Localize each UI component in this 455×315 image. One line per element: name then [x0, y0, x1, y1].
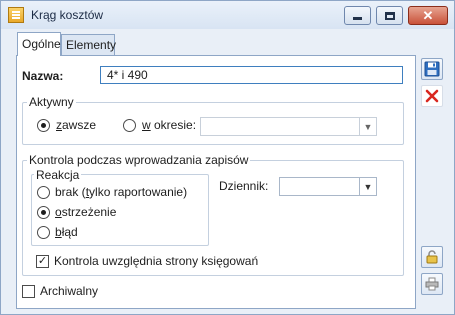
maximize-button[interactable]	[376, 6, 403, 25]
window-title: Krąg kosztów	[31, 8, 104, 22]
tab-elements-label: Elementy	[66, 38, 117, 52]
reaction-group-legend: Reakcja	[34, 168, 82, 182]
journal-select[interactable]: ▼	[279, 177, 377, 196]
print-button[interactable]	[421, 273, 443, 295]
general-panel: Nazwa: 4* i 490 Aktywny zawsze w okresie…	[16, 55, 416, 309]
radio-none-label-post: ylko raportowanie)	[89, 185, 188, 199]
chevron-down-icon[interactable]: ▼	[359, 118, 376, 135]
maximize-icon	[384, 11, 395, 20]
close-icon: ✕	[422, 8, 434, 23]
padlock-icon	[426, 250, 438, 264]
lock-button[interactable]	[421, 246, 443, 268]
radio-error[interactable]	[37, 226, 50, 239]
tab-general-label: Ogólne	[22, 37, 61, 51]
radio-error-label-mnemonic: b	[55, 225, 62, 239]
reaction-group: Reakcja brak (tylko raportowanie) ostrze…	[31, 168, 209, 246]
radio-warning[interactable]	[37, 206, 50, 219]
save-button[interactable]	[421, 58, 443, 80]
radio-period[interactable]	[123, 119, 136, 132]
tab-general[interactable]: Ogólne	[17, 32, 61, 56]
control-group-legend: Kontrola podczas wprowadzania zapisów	[27, 153, 251, 167]
radio-period-label-mnemonic: w	[142, 118, 151, 132]
minimize-button[interactable]	[344, 6, 371, 25]
close-button[interactable]: ✕	[408, 6, 448, 25]
radio-warning-label-mnemonic: o	[55, 205, 62, 219]
print-icon	[425, 277, 439, 291]
title-bar[interactable]: Krąg kosztów ✕	[1, 1, 454, 29]
delete-x-icon	[425, 89, 439, 103]
radio-none[interactable]	[37, 186, 50, 199]
period-select[interactable]: ▼	[200, 117, 377, 136]
floppy-disk-icon	[424, 61, 440, 77]
radio-always-label-rest: awsze	[62, 118, 97, 132]
radio-period-label[interactable]: w okresie:	[142, 118, 196, 132]
radio-always[interactable]	[37, 119, 50, 132]
minimize-icon	[353, 17, 362, 20]
app-icon	[8, 7, 24, 23]
window: Krąg kosztów ✕ Ogólne Elementy Nazwa: 4*…	[0, 0, 455, 315]
tab-elements[interactable]: Elementy	[61, 34, 117, 55]
checkmark-icon: ✓	[37, 255, 48, 267]
radio-error-label-post: łąd	[61, 225, 78, 239]
chevron-down-icon[interactable]: ▼	[359, 178, 376, 195]
name-label: Nazwa:	[22, 69, 64, 83]
radio-warning-label-post: strzeżenie	[61, 205, 117, 219]
control-group: Kontrola podczas wprowadzania zapisów Re…	[22, 153, 404, 276]
sides-checkbox[interactable]: ✓	[36, 255, 49, 268]
radio-error-label[interactable]: błąd	[55, 225, 78, 239]
active-group-legend: Aktywny	[27, 95, 76, 109]
radio-always-label[interactable]: zawsze	[56, 118, 96, 132]
active-group: Aktywny zawsze w okresie: ▼	[22, 95, 404, 145]
journal-label: Dziennik:	[219, 179, 269, 193]
name-input[interactable]: 4* i 490	[100, 66, 403, 84]
radio-none-label[interactable]: brak (tylko raportowanie)	[55, 185, 187, 199]
delete-button[interactable]	[421, 85, 443, 107]
radio-warning-label[interactable]: ostrzeżenie	[55, 205, 116, 219]
sides-checkbox-label[interactable]: Kontrola uwzględnia strony księgowań	[54, 254, 258, 268]
archived-label[interactable]: Archiwalny	[40, 284, 98, 298]
radio-period-label-rest: okresie:	[150, 118, 197, 132]
radio-none-label-pre: brak (	[55, 185, 86, 199]
archived-checkbox[interactable]	[22, 285, 35, 298]
